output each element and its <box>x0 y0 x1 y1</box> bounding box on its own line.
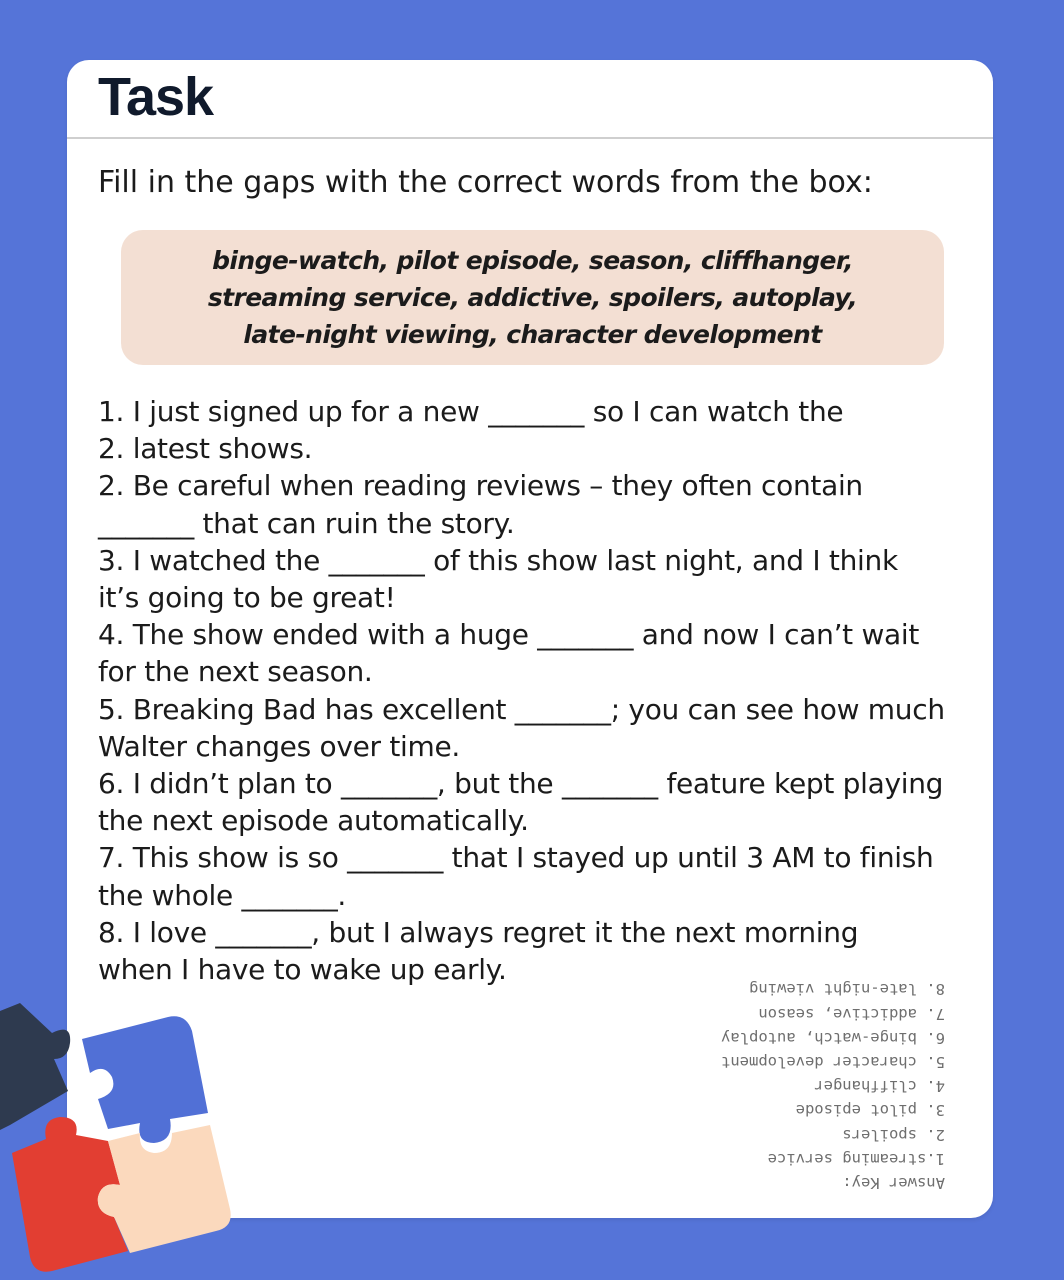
page-title: Task <box>98 67 214 127</box>
answer-key-line: 3. pilot episode <box>795 1101 945 1120</box>
word-box: binge-watch, pilot episode, season, clif… <box>121 230 944 365</box>
answer-key-line: 4. cliffhanger <box>814 1077 945 1096</box>
answer-key-line: 1.streaming service <box>767 1149 945 1168</box>
exercise-line: 6. I didn’t plan to _______, but the ___… <box>98 767 944 801</box>
puzzle-pieces-icon <box>0 1003 231 1272</box>
word-box-text: binge-watch, pilot episode, season, clif… <box>207 242 858 353</box>
exercise-line: the whole _______. <box>98 878 347 912</box>
word-box-line: streaming service, addictive, spoilers, … <box>207 283 858 312</box>
exercise-line: 3. I watched the _______ of this show la… <box>98 543 898 577</box>
exercise-line: 2. latest shows. <box>98 432 313 466</box>
title-divider <box>67 137 993 139</box>
answer-key-line: Answer Key: <box>842 1174 945 1192</box>
puzzle-piece-blue <box>82 1016 208 1143</box>
exercise-line: 7. This show is so _______ that I stayed… <box>98 841 934 875</box>
answer-key-line: 7. addictive, season <box>758 1004 945 1023</box>
answer-key-upside-down: Answer Key: 1.streaming service 2. spoil… <box>721 977 945 1195</box>
word-box-line: binge-watch, pilot episode, season, clif… <box>212 246 853 275</box>
answer-key-line: 5. character development <box>721 1052 945 1071</box>
exercise-line: 4. The show ended with a huge _______ an… <box>98 618 920 652</box>
answer-key-line: 6. binge-watch, autoplay <box>721 1028 945 1047</box>
answer-key-line: 2. spoilers <box>842 1125 945 1144</box>
exercise-line: for the next season. <box>98 655 373 689</box>
puzzle-piece-navy <box>0 1003 71 1130</box>
exercise-line: 8. I love _______, but I always regret i… <box>98 915 859 949</box>
exercise-line: _______ that can ruin the story. <box>98 506 515 540</box>
exercise-line: 5. Breaking Bad has excellent _______; y… <box>98 692 945 726</box>
instruction-text: Fill in the gaps with the correct words … <box>98 165 873 200</box>
exercise-line: Walter changes over time. <box>98 729 460 763</box>
exercise-line: 1. I just signed up for a new _______ so… <box>98 395 844 428</box>
exercise-line: it’s going to be great! <box>98 581 396 615</box>
exercise-line: the next episode automatically. <box>98 804 529 838</box>
answer-key-line: 8. late-night viewing <box>749 980 945 999</box>
word-box-line: late-night viewing, character developmen… <box>243 320 822 349</box>
exercise-list: 1. I just signed up for a new _______ so… <box>98 393 945 988</box>
exercise-line: 2. Be careful when reading reviews – the… <box>98 469 863 503</box>
